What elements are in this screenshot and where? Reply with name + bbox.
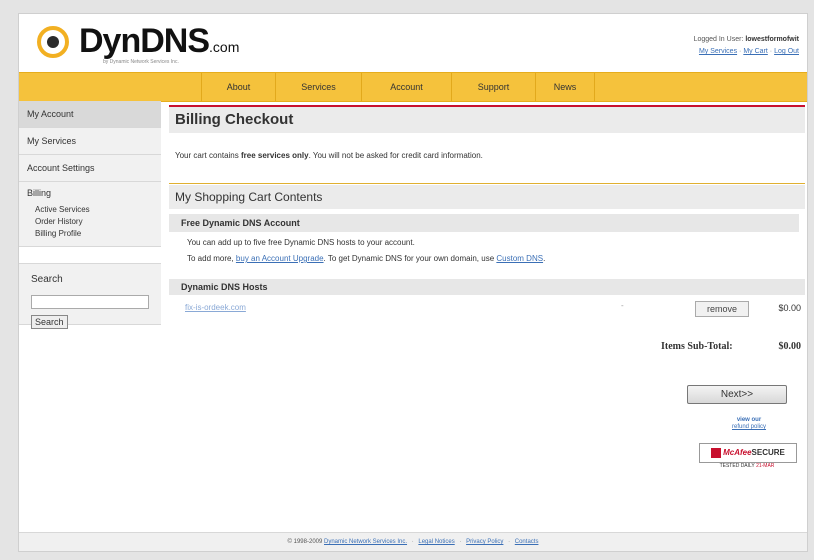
search-box: Search Search bbox=[19, 263, 161, 329]
footer-link-legal[interactable]: Legal Notices bbox=[418, 539, 454, 545]
upgrade-text-mid: . To get Dynamic DNS for your own domain… bbox=[323, 254, 497, 263]
host-name-link[interactable]: fix-is-ordeek.com bbox=[185, 303, 246, 312]
my-services-link[interactable]: My Services bbox=[699, 48, 737, 55]
separator: · bbox=[508, 539, 511, 545]
nav-support[interactable]: Support bbox=[451, 73, 535, 101]
logo-text: DynDNS.com bbox=[79, 22, 239, 61]
sidebar-billing-group: Billing Active Services Order History Bi… bbox=[19, 182, 161, 247]
mcafee-secure: SECURE bbox=[751, 448, 785, 457]
sidebar: My Account My Services Account Settings … bbox=[19, 101, 161, 329]
copyright: © 1998-2009 bbox=[287, 539, 323, 545]
site-header: DynDNS.com by Dynamic Network Services I… bbox=[19, 14, 807, 72]
remove-button[interactable]: remove bbox=[695, 301, 749, 317]
table-row: fix-is-ordeek.com - remove $0.00 bbox=[169, 301, 805, 319]
host-price: $0.00 bbox=[778, 303, 801, 313]
mcafee-brand: McAfee bbox=[723, 448, 752, 457]
tested-date: 21-MAR bbox=[756, 463, 775, 469]
upgrade-text-pre: To add more, bbox=[187, 254, 236, 263]
site-footer: © 1998-2009 Dynamic Network Services Inc… bbox=[19, 532, 807, 551]
separator: · bbox=[739, 48, 742, 55]
footer-link-contacts[interactable]: Contacts bbox=[515, 539, 539, 545]
main-content: Billing Checkout Your cart contains free… bbox=[169, 105, 805, 469]
host-dash: - bbox=[621, 301, 624, 310]
logo-tagline: by Dynamic Network Services Inc. bbox=[103, 59, 179, 65]
footer-link-privacy[interactable]: Privacy Policy bbox=[466, 539, 503, 545]
upgrade-text-post: . bbox=[543, 254, 546, 263]
cart-heading: My Shopping Cart Contents bbox=[169, 185, 805, 209]
tested-label: TESTED DAILY bbox=[719, 463, 755, 469]
page-title: Billing Checkout bbox=[169, 107, 805, 133]
sidebar-item-order-history[interactable]: Order History bbox=[19, 216, 161, 228]
next-button[interactable]: Next>> bbox=[687, 385, 787, 404]
sidebar-item-account-settings[interactable]: Account Settings bbox=[19, 155, 161, 182]
sidebar-item-billing-profile[interactable]: Billing Profile bbox=[19, 228, 161, 240]
cart-notice-bold: free services only bbox=[240, 151, 309, 160]
separator: · bbox=[459, 539, 462, 545]
subtotal-label: Items Sub-Total: bbox=[661, 341, 733, 352]
user-info: Logged In User: lowestformofwit My Servi… bbox=[694, 34, 799, 58]
mcafee-shield-icon bbox=[711, 447, 722, 458]
cart-notice-post: . You will not be asked for credit card … bbox=[308, 151, 483, 160]
sidebar-item-my-account[interactable]: My Account bbox=[19, 101, 161, 128]
search-label: Search bbox=[31, 274, 63, 285]
separator: · bbox=[769, 48, 773, 55]
log-out-link[interactable]: Log Out bbox=[774, 48, 799, 55]
separator: · bbox=[411, 539, 414, 545]
refund-policy-link[interactable]: view our refund policy bbox=[719, 417, 779, 431]
cart-notice: Your cart contains free services only. Y… bbox=[175, 151, 805, 160]
logged-in-label: Logged In User: bbox=[693, 36, 744, 43]
sidebar-item-active-services[interactable]: Active Services bbox=[19, 204, 161, 216]
my-cart-link[interactable]: My Cart bbox=[743, 48, 768, 55]
search-input[interactable] bbox=[31, 294, 149, 309]
footer-link-company[interactable]: Dynamic Network Services Inc. bbox=[324, 539, 407, 545]
search-button[interactable]: Search bbox=[31, 315, 68, 329]
free-account-upgrade-text: To add more, buy an Account Upgrade. To … bbox=[187, 254, 545, 263]
custom-dns-link[interactable]: Custom DNS bbox=[496, 254, 543, 263]
section-divider bbox=[169, 183, 805, 184]
browser-page: DynDNS.com by Dynamic Network Services I… bbox=[18, 13, 808, 552]
refund-line2: refund policy bbox=[731, 424, 767, 430]
sidebar-item-billing[interactable]: Billing bbox=[19, 182, 161, 204]
nav-account[interactable]: Account bbox=[361, 73, 451, 101]
tested-daily: TESTED DAILY 21-MAR bbox=[699, 463, 795, 469]
sidebar-item-my-services[interactable]: My Services bbox=[19, 128, 161, 155]
main-nav-bar: About Services Account Support News bbox=[19, 72, 807, 102]
logo-suffix: .com bbox=[209, 39, 240, 55]
user-links: My Services · My Cart · Log Out bbox=[694, 46, 799, 58]
logo-dot-icon bbox=[47, 36, 59, 48]
account-upgrade-link[interactable]: buy an Account Upgrade bbox=[236, 254, 324, 263]
main-nav: About Services Account Support News bbox=[201, 73, 595, 101]
refund-line1: view our bbox=[736, 417, 762, 423]
username: lowestformofwit bbox=[745, 36, 799, 43]
subtotal-value: $0.00 bbox=[778, 341, 802, 352]
free-account-text: You can add up to five free Dynamic DNS … bbox=[187, 238, 415, 247]
nav-about[interactable]: About bbox=[201, 73, 275, 101]
nav-services[interactable]: Services bbox=[275, 73, 361, 101]
nav-news[interactable]: News bbox=[535, 73, 595, 101]
dns-hosts-heading: Dynamic DNS Hosts bbox=[169, 279, 805, 295]
logo-name: DynDNS bbox=[79, 22, 210, 60]
free-account-heading: Free Dynamic DNS Account bbox=[169, 214, 799, 232]
cart-notice-pre: Your cart contains bbox=[175, 151, 241, 160]
mcafee-secure-badge[interactable]: McAfeeSECURE bbox=[699, 443, 797, 463]
